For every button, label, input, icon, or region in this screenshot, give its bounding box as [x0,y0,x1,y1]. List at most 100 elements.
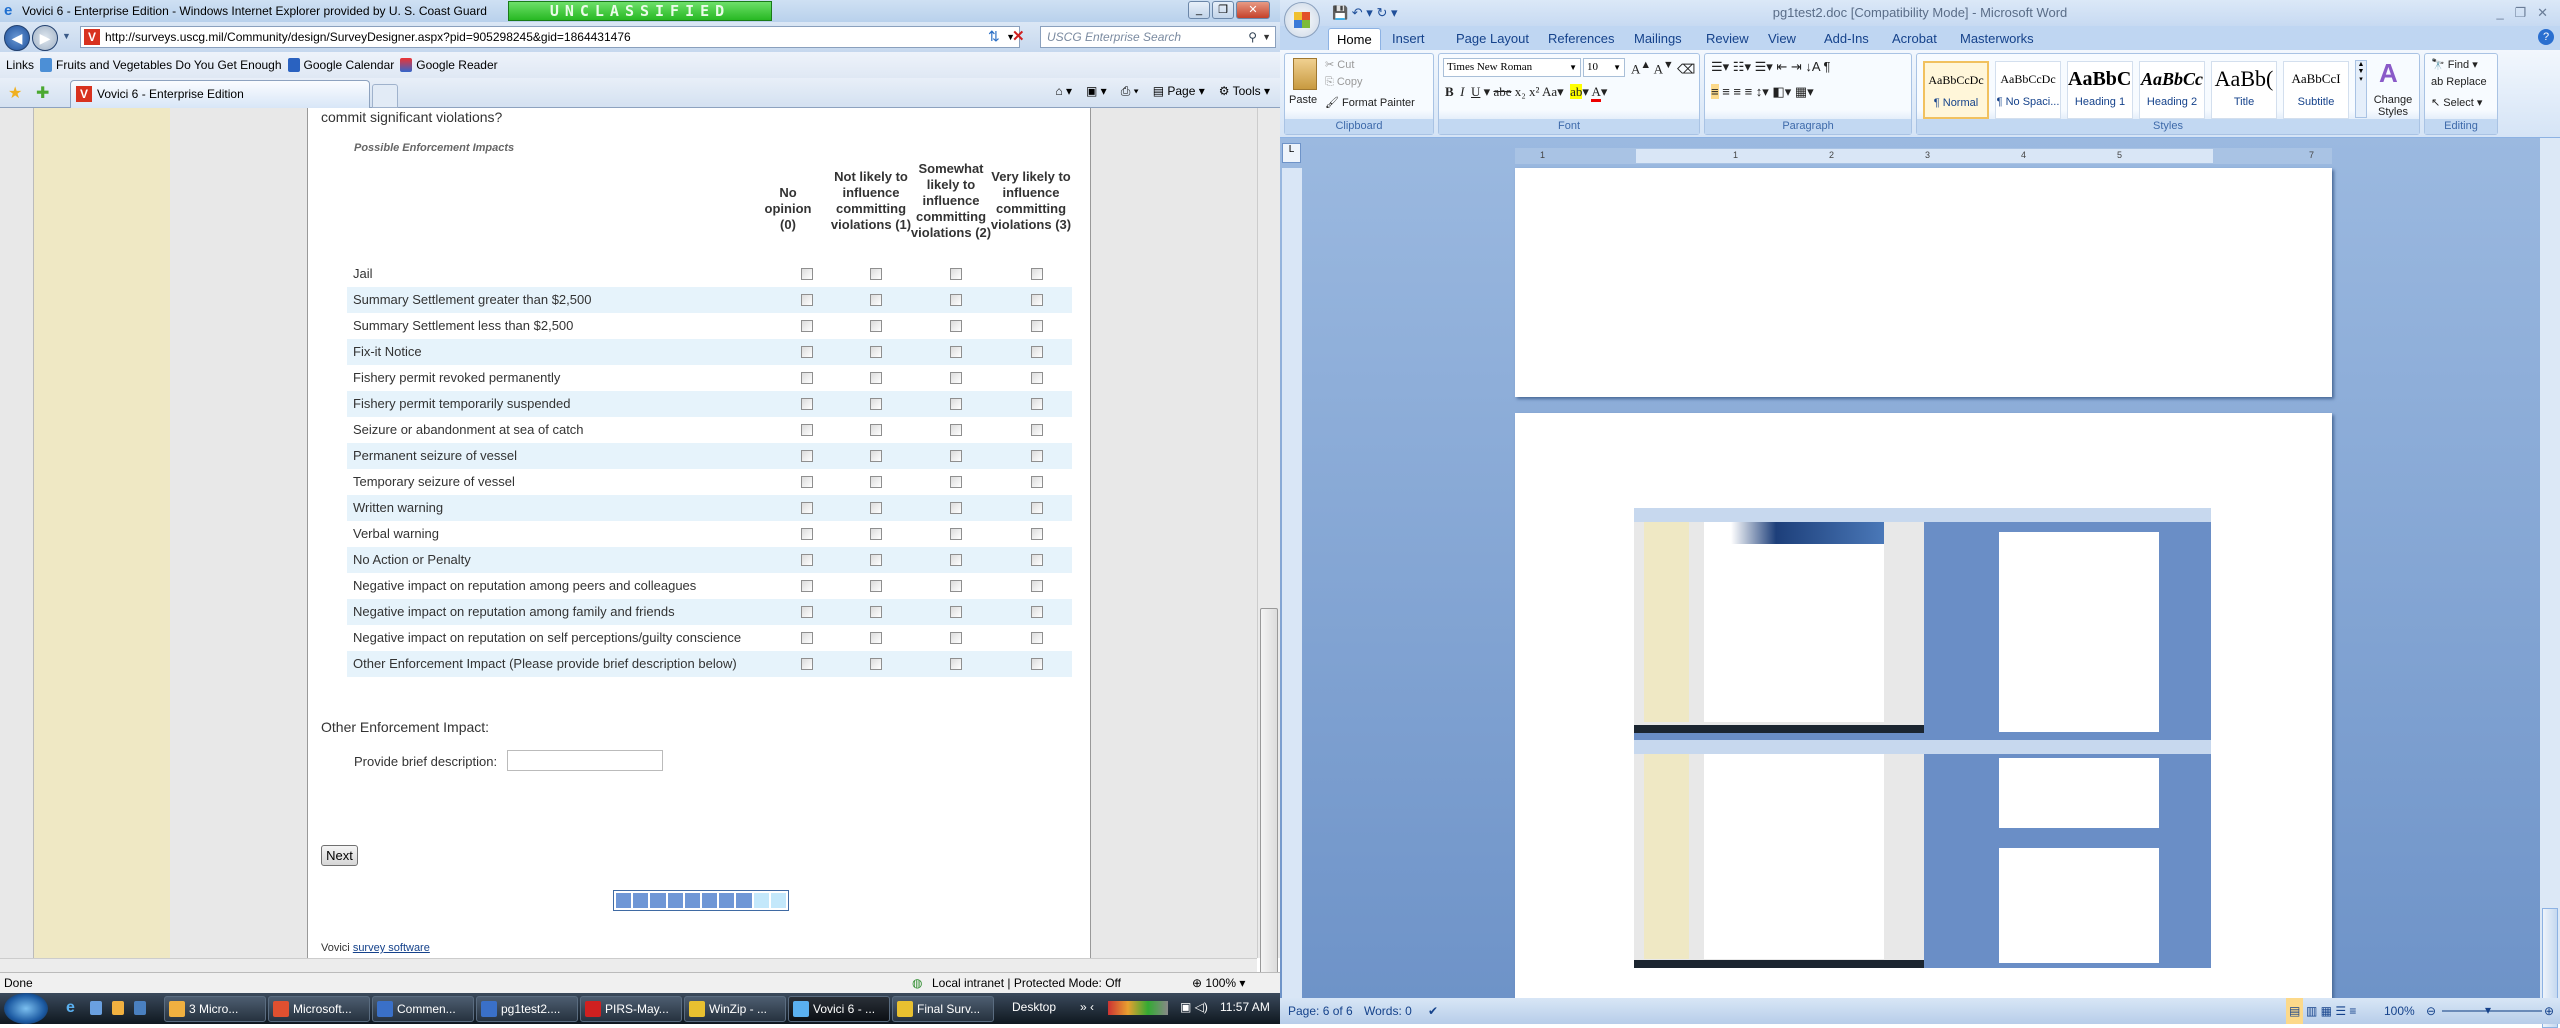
font-size-select[interactable]: 10 ▼ [1583,58,1625,77]
rating-checkbox-3[interactable] [1031,580,1043,592]
style-title[interactable]: AaBb(Title [2211,61,2277,119]
history-dropdown-icon[interactable]: ▼ [62,31,71,41]
rating-checkbox-0[interactable] [801,320,813,332]
tab-home[interactable]: Home [1328,28,1381,50]
alignment-buttons[interactable]: ≡ ≡ ≡ ≡ ↕▾ ◧▾ ▦▾ [1711,84,1814,100]
show-desktop-icon[interactable] [134,1001,146,1015]
link-google-calendar[interactable]: Google Calendar [287,52,394,78]
help-icon[interactable]: ? [2538,29,2554,45]
rating-checkbox-2[interactable] [950,424,962,436]
rating-checkbox-0[interactable] [801,606,813,618]
tab-add-ins[interactable]: Add-Ins [1816,28,1877,50]
rating-checkbox-2[interactable] [950,658,962,670]
quick-access-toolbar[interactable]: 💾 ↶ ▾ ↻ ▾ [1332,0,1397,26]
rating-checkbox-1[interactable] [870,372,882,384]
cut-button[interactable]: ✂ Cut [1325,58,1354,71]
taskbar-button[interactable]: Commen... [372,996,474,1022]
rating-checkbox-0[interactable] [801,580,813,592]
new-tab-button[interactable] [372,84,398,108]
rating-checkbox-0[interactable] [801,424,813,436]
rating-checkbox-3[interactable] [1031,450,1043,462]
switch-windows-icon[interactable] [90,1001,102,1015]
paste-icon[interactable] [1293,58,1317,90]
favorites-star-icon[interactable]: ★ [8,83,22,103]
taskbar-button[interactable]: Vovici 6 - ... [788,996,890,1022]
format-painter-button[interactable]: 🖌 Format Painter [1325,96,1415,109]
rating-checkbox-0[interactable] [801,346,813,358]
desktop-toolbar[interactable]: Desktop [1012,1000,1056,1014]
rating-checkbox-3[interactable] [1031,294,1043,306]
minimize-button[interactable]: _ [1188,1,1210,19]
page-horizontal-scrollbar[interactable] [0,958,1257,972]
rating-checkbox-2[interactable] [950,372,962,384]
rating-checkbox-0[interactable] [801,528,813,540]
rating-checkbox-1[interactable] [870,294,882,306]
rating-checkbox-3[interactable] [1031,632,1043,644]
tab-page-layout[interactable]: Page Layout [1448,28,1537,50]
rating-checkbox-3[interactable] [1031,320,1043,332]
rating-checkbox-1[interactable] [870,268,882,280]
tab-masterworks[interactable]: Masterworks [1952,28,2042,50]
page-vertical-scrollbar[interactable] [1257,108,1280,978]
network-volume-icon[interactable]: ▣ ◁) [1180,1000,1208,1014]
rating-checkbox-1[interactable] [870,424,882,436]
tab-mailings[interactable]: Mailings [1626,28,1690,50]
rating-checkbox-3[interactable] [1031,554,1043,566]
print-icon[interactable]: ⎙ ▾ [1121,84,1139,99]
taskbar-button[interactable]: PIRS-May... [580,996,682,1022]
close-button[interactable]: ✕ [1236,1,1270,19]
rating-checkbox-3[interactable] [1031,346,1043,358]
office-button[interactable] [1284,2,1320,38]
rating-checkbox-1[interactable] [870,606,882,618]
find-button[interactable]: 🔭 Find ▾ [2431,58,2478,71]
rating-checkbox-2[interactable] [950,632,962,644]
copy-button[interactable]: ⎘ Copy [1325,76,1363,89]
zoom-slider[interactable] [2442,1010,2542,1012]
zoom-in-icon[interactable]: ⊕ [2544,998,2554,1024]
search-options-icon[interactable]: ▼ [1262,27,1271,47]
tab-review[interactable]: Review [1698,28,1757,50]
description-input[interactable] [507,750,663,771]
rating-checkbox-3[interactable] [1031,658,1043,670]
rating-checkbox-3[interactable] [1031,398,1043,410]
rating-checkbox-2[interactable] [950,476,962,488]
taskbar-button[interactable]: pg1test2.... [476,996,578,1022]
tab-vovici[interactable]: V Vovici 6 - Enterprise Edition [70,80,370,108]
address-input[interactable]: V http://surveys.uscg.mil/Community/desi… [80,26,1020,48]
tab-view[interactable]: View [1760,28,1804,50]
page-menu[interactable]: ▤ Page ▾ [1153,84,1205,99]
restore-button[interactable]: ❐ [1212,1,1234,19]
styles-scroll[interactable]: ▲ ▼ ▾ [2355,60,2367,118]
rating-checkbox-1[interactable] [870,528,882,540]
select-button[interactable]: ↖ Select ▾ [2431,96,2482,109]
style-normal[interactable]: AaBbCcDc ¶ Normal [1923,61,1989,119]
tray-expand-icon[interactable]: » ‹ [1080,1000,1094,1014]
zoom-out-icon[interactable]: ⊖ [2426,998,2436,1024]
back-button[interactable]: ◀ [4,25,30,51]
rating-checkbox-3[interactable] [1031,372,1043,384]
outlook-quicklaunch-icon[interactable] [112,1001,124,1015]
style-no-spaci[interactable]: AaBbCcDc ¶ No Spaci... [1995,61,2061,119]
tools-menu[interactable]: ⚙ Tools ▾ [1219,84,1270,99]
font-name-select[interactable]: Times New Roman ▼ [1443,58,1581,77]
replace-button[interactable]: ab Replace [2431,76,2487,88]
rating-checkbox-0[interactable] [801,658,813,670]
rating-checkbox-3[interactable] [1031,528,1043,540]
rating-checkbox-3[interactable] [1031,424,1043,436]
add-favorites-icon[interactable]: ✚ [36,83,49,103]
proofing-icon[interactable]: ✔ [1428,998,1438,1024]
horizontal-ruler[interactable]: 1 1 2 3 4 5 7 [1515,148,2332,164]
list-indent-buttons[interactable]: ☰▾ ☷▾ ☰▾ ⇤ ⇥ ↓A ¶ [1711,59,1830,75]
tab-acrobat[interactable]: Acrobat [1884,28,1945,50]
zoom-slider-thumb[interactable]: ▾ [2485,997,2491,1023]
survey-software-link[interactable]: survey software [353,942,430,954]
rating-checkbox-0[interactable] [801,502,813,514]
rating-checkbox-1[interactable] [870,658,882,670]
taskbar-button[interactable]: WinZip - ... [684,996,786,1022]
rating-checkbox-2[interactable] [950,606,962,618]
change-styles-button[interactable]: Change Styles [2373,94,2413,118]
rating-checkbox-3[interactable] [1031,476,1043,488]
tab-insert[interactable]: Insert [1384,28,1433,50]
tray-icons[interactable] [1108,1001,1168,1015]
rating-checkbox-1[interactable] [870,320,882,332]
